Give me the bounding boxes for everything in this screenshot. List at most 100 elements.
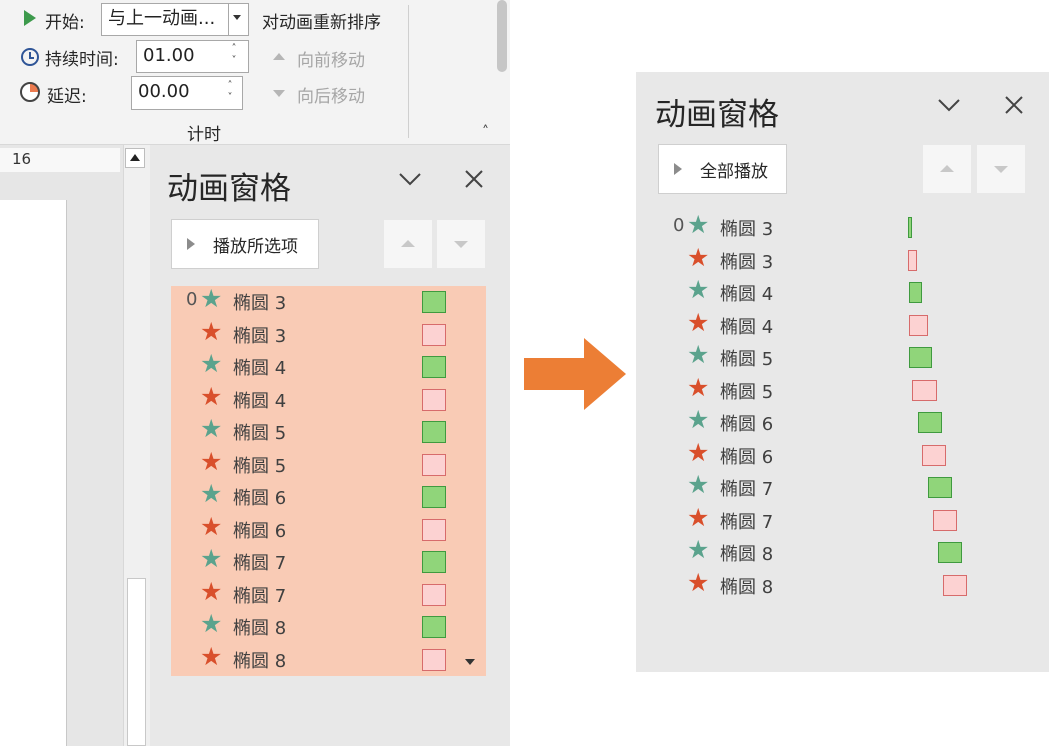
timeline-bar[interactable]: [909, 347, 932, 368]
start-dropdown[interactable]: 与上一动画...: [101, 3, 249, 36]
timeline-bar[interactable]: [918, 412, 942, 433]
animation-list-item[interactable]: 0 ★ 椭圆 3: [171, 284, 486, 318]
timeline-bar[interactable]: [422, 551, 446, 573]
list-scroll-down-icon[interactable]: [465, 659, 475, 665]
item-label: 椭圆 3: [720, 219, 774, 240]
delay-stepper[interactable]: ˄ ˅: [223, 80, 237, 104]
item-label: 椭圆 7: [720, 511, 774, 533]
emphasis-star-red-icon: ★: [200, 576, 223, 606]
timeline-bar[interactable]: [422, 323, 446, 346]
animation-list-item[interactable]: ★ 椭圆 3: [171, 317, 486, 351]
item-label: 椭圆 5: [233, 423, 287, 444]
animation-list-item[interactable]: ★ 椭圆 8: [171, 642, 486, 676]
duration-stepper[interactable]: ˄ ˅: [227, 43, 241, 67]
down-arrow-icon: [454, 241, 468, 248]
timeline-bar[interactable]: [912, 379, 937, 401]
timeline-bar[interactable]: [909, 314, 928, 336]
animation-list-item[interactable]: ★ 椭圆 4: [171, 349, 486, 383]
timeline-bar[interactable]: [422, 648, 446, 671]
animation-list-item[interactable]: ★ 椭圆 6: [658, 438, 1038, 472]
emphasis-star-red-icon: ★: [200, 381, 223, 411]
animation-list-item[interactable]: ★ 椭圆 8: [658, 568, 1038, 602]
item-label: 椭圆 7: [720, 479, 774, 500]
timeline-bar[interactable]: [422, 356, 446, 378]
timeline-bar[interactable]: [943, 574, 967, 596]
move-up-button[interactable]: [384, 220, 432, 268]
delay-value: 00.00: [138, 81, 190, 102]
item-index: 0: [673, 215, 685, 236]
scroll-thumb[interactable]: [127, 578, 146, 746]
animation-list-item[interactable]: ★ 椭圆 8: [658, 535, 1038, 569]
play-selected-button[interactable]: 播放所选项: [171, 219, 319, 269]
animation-list-item[interactable]: ★ 椭圆 7: [658, 470, 1038, 504]
animation-list-item[interactable]: ★ 椭圆 7: [171, 544, 486, 578]
chevron-down-icon[interactable]: [397, 170, 423, 188]
item-label: 椭圆 7: [233, 585, 287, 607]
ruler-mark: 16: [12, 150, 32, 168]
collapse-ribbon-icon[interactable]: ˄: [482, 124, 489, 140]
timeline-bar[interactable]: [909, 282, 922, 303]
animation-list-item[interactable]: ★ 椭圆 4: [658, 308, 1038, 342]
animation-list-item[interactable]: ★ 椭圆 5: [658, 373, 1038, 407]
timeline-bar[interactable]: [922, 444, 946, 466]
animation-list-item[interactable]: ★ 椭圆 7: [658, 503, 1038, 537]
timeline-bar[interactable]: [422, 518, 446, 541]
animation-list-item[interactable]: ★ 椭圆 5: [171, 447, 486, 481]
move-earlier-button[interactable]: 向前移动: [297, 46, 365, 71]
emphasis-star-green-icon: ★: [200, 284, 223, 313]
play-all-button[interactable]: 全部播放: [658, 144, 787, 194]
item-label: 椭圆 3: [233, 325, 287, 347]
animation-list-item[interactable]: ★ 椭圆 5: [658, 340, 1038, 374]
start-label: 开始:: [45, 13, 85, 33]
timeline-bar[interactable]: [928, 477, 952, 498]
close-icon[interactable]: [1003, 94, 1025, 116]
item-label: 椭圆 4: [720, 284, 774, 305]
close-icon[interactable]: [463, 168, 485, 190]
emphasis-star-green-icon: ★: [687, 535, 710, 564]
start-icon: [24, 10, 36, 26]
timeline-bar[interactable]: [422, 388, 446, 411]
timeline-bar[interactable]: [933, 509, 957, 531]
move-down-button[interactable]: [437, 220, 485, 268]
ribbon-scrollbar[interactable]: [497, 0, 507, 72]
move-later-button[interactable]: 向后移动: [297, 82, 365, 107]
up-arrow-icon: [940, 165, 954, 172]
scroll-up-button[interactable]: [125, 148, 145, 168]
animation-list-item[interactable]: ★ 椭圆 7: [171, 576, 486, 611]
animation-list-item[interactable]: 0 ★ 椭圆 3: [658, 210, 1038, 244]
animation-list-item[interactable]: ★ 椭圆 6: [658, 405, 1038, 439]
emphasis-star-green-icon: ★: [200, 479, 223, 508]
move-up-button[interactable]: [923, 145, 971, 193]
animation-list-item[interactable]: ★ 椭圆 6: [171, 512, 486, 546]
timeline-bar[interactable]: [422, 453, 446, 476]
animation-list-item[interactable]: ★ 椭圆 4: [171, 381, 486, 416]
timeline-bar[interactable]: [938, 542, 962, 563]
timeline-bar[interactable]: [908, 249, 917, 271]
animation-list-item[interactable]: ★ 椭圆 4: [658, 275, 1038, 309]
timeline-bar[interactable]: [908, 217, 912, 238]
timeline-bar[interactable]: [422, 421, 446, 443]
item-label: 椭圆 4: [233, 390, 287, 412]
move-down-button[interactable]: [977, 145, 1025, 193]
timeline-bar[interactable]: [422, 616, 446, 638]
item-label: 椭圆 7: [233, 553, 287, 574]
group-label: 计时: [187, 125, 221, 145]
timeline-bar[interactable]: [422, 291, 446, 313]
animation-list-item[interactable]: ★ 椭圆 6: [171, 479, 486, 513]
emphasis-star-green-icon: ★: [200, 544, 223, 573]
pane-title: 动画窗格: [167, 171, 291, 207]
item-label: 椭圆 8: [233, 650, 287, 672]
item-label: 椭圆 6: [720, 414, 774, 435]
slide-canvas[interactable]: [0, 200, 67, 746]
animation-list-item[interactable]: ★ 椭圆 8: [171, 609, 486, 643]
emphasis-star-green-icon: ★: [200, 609, 223, 638]
item-label: 椭圆 8: [720, 576, 774, 598]
animation-list-item[interactable]: ★ 椭圆 5: [171, 414, 486, 448]
chevron-down-icon[interactable]: [233, 15, 241, 20]
timeline-bar[interactable]: [422, 583, 446, 606]
item-label: 椭圆 5: [233, 455, 287, 477]
timeline-bar[interactable]: [422, 486, 446, 508]
animation-list-item[interactable]: ★ 椭圆 3: [658, 243, 1038, 277]
delay-icon: [20, 82, 40, 102]
chevron-down-icon[interactable]: [936, 96, 962, 114]
